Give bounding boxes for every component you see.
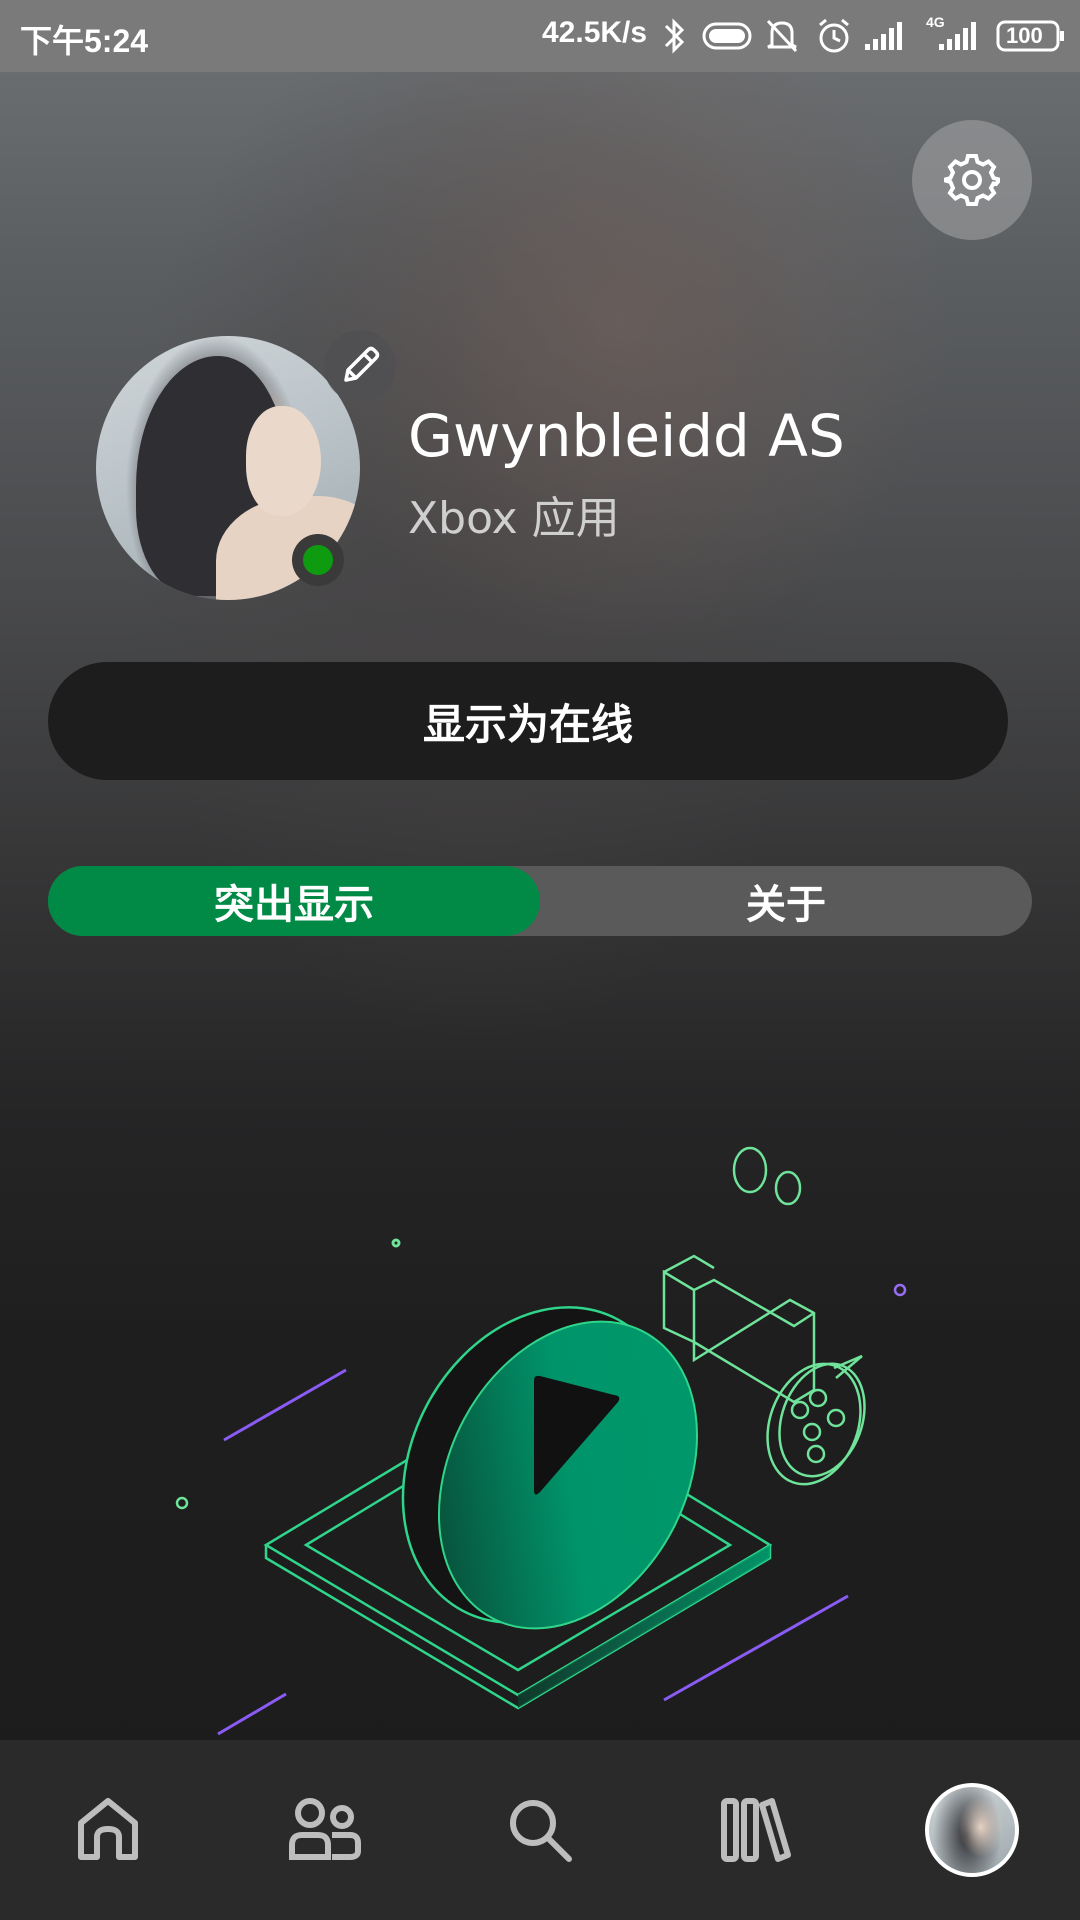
edit-avatar-button[interactable] — [324, 330, 396, 402]
nav-friends[interactable] — [216, 1740, 432, 1920]
toggle-icon — [700, 14, 754, 58]
alarm-icon — [814, 14, 854, 58]
tab-about-label: 关于 — [746, 882, 826, 928]
appear-online-label: 显示为在线 — [422, 699, 633, 749]
profile-tabs: 突出显示 关于 — [48, 866, 1032, 936]
nav-home[interactable] — [0, 1740, 216, 1920]
tab-about[interactable]: 关于 — [540, 866, 1032, 936]
decor-dot — [893, 1283, 907, 1297]
app-subtitle: Xbox 应用 — [408, 493, 620, 544]
mute-icon — [762, 14, 802, 58]
empty-state-illustration — [175, 1146, 907, 1736]
decor-line — [217, 1692, 287, 1736]
status-bar: 下午5:24 42.5K/s 4G 100 — [0, 0, 1080, 72]
library-icon — [721, 1798, 791, 1862]
online-status-dot — [303, 545, 333, 575]
gear-icon — [944, 154, 1000, 206]
decor-dot — [175, 1496, 189, 1510]
film-reel-shape — [766, 1354, 866, 1486]
network-rate: 42.5K/s — [542, 16, 648, 49]
camera-shape — [662, 1146, 816, 1404]
gamertag: Gwynbleidd AS — [408, 402, 845, 470]
decor-dot — [391, 1238, 401, 1248]
friends-icon — [289, 1798, 361, 1860]
tab-highlights-label: 突出显示 — [214, 882, 374, 928]
battery-level: 100 — [1006, 23, 1043, 48]
nav-library[interactable] — [648, 1740, 864, 1920]
decor-line — [223, 1368, 347, 1442]
signal-icon — [862, 14, 906, 58]
tab-highlights[interactable]: 突出显示 — [48, 866, 540, 936]
signal-4g-icon: 4G — [924, 14, 980, 58]
nav-profile[interactable] — [864, 1740, 1080, 1920]
pencil-icon — [344, 346, 380, 382]
profile-avatar — [925, 1783, 1019, 1877]
battery-icon: 100 — [996, 14, 1068, 58]
home-icon — [78, 1798, 138, 1860]
nav-search[interactable] — [432, 1740, 648, 1920]
bluetooth-icon — [656, 14, 692, 58]
status-time: 下午5:24 — [20, 23, 149, 59]
settings-button[interactable] — [912, 120, 1032, 240]
appear-online-button[interactable]: 显示为在线 — [48, 662, 1008, 780]
network-type: 4G — [926, 14, 945, 30]
search-icon — [510, 1800, 572, 1862]
bottom-navigation — [0, 1740, 1080, 1920]
decor-line — [663, 1594, 849, 1702]
